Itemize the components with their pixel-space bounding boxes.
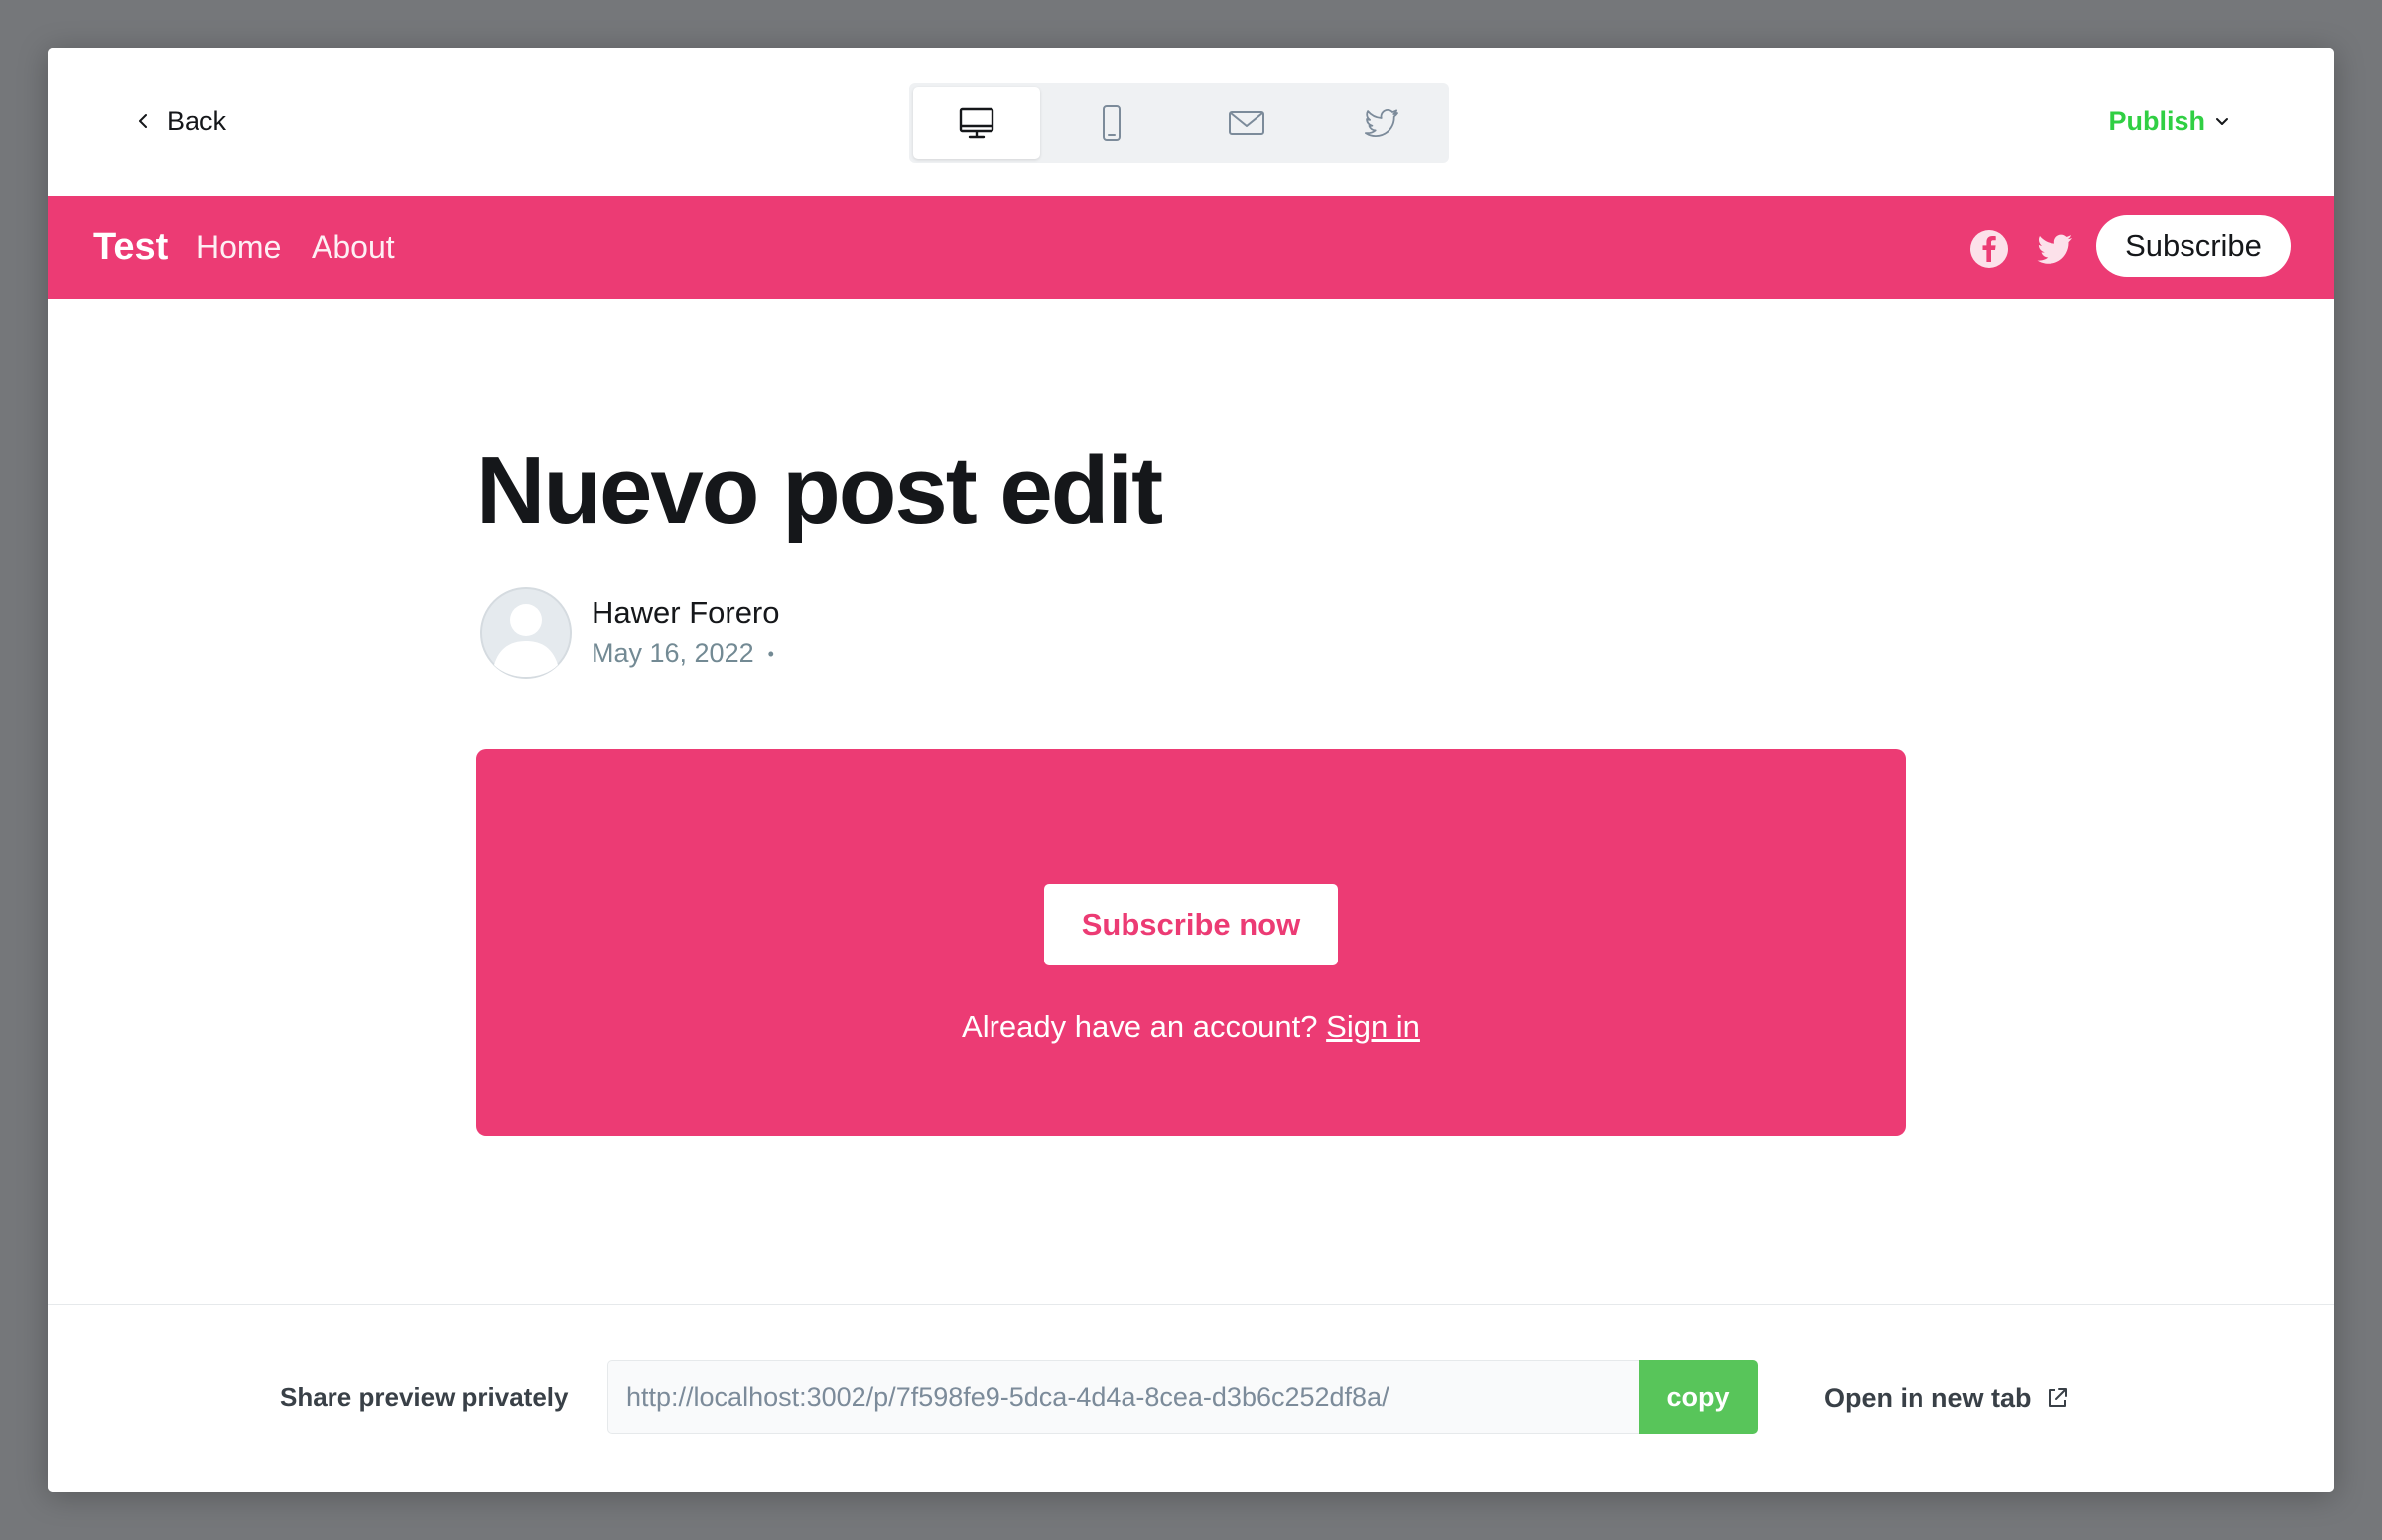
twitter-link[interactable] [2035,229,2074,269]
twitter-icon [1365,109,1398,137]
mobile-preview-button[interactable] [1048,87,1175,159]
nav-home-link[interactable]: Home [197,229,281,266]
subscribe-now-button[interactable]: Subscribe now [1044,884,1338,965]
preview-url-field[interactable] [607,1360,1640,1434]
post-date: May 16, 2022 • [592,638,774,669]
envelope-icon [1229,111,1264,135]
post-date-text: May 16, 2022 [592,638,754,668]
publish-dropdown[interactable]: Publish [2108,103,2231,139]
email-preview-button[interactable] [1183,87,1310,159]
twitter-icon [2037,234,2072,264]
date-separator: • [767,644,774,665]
device-switcher [909,83,1449,163]
external-link-icon [2048,1388,2067,1407]
desktop-preview-button[interactable] [913,87,1040,159]
preview-modal: Back Publish Test Home About Subscribe N… [48,48,2334,1492]
chevron-left-icon [139,114,147,128]
copy-button[interactable]: copy [1639,1360,1758,1434]
user-placeholder-icon [480,587,572,679]
sign-in-link[interactable]: Sign in [1326,1009,1420,1044]
site-header: Test Home About Subscribe [48,196,2334,299]
author-name[interactable]: Hawer Forero [592,595,780,631]
back-label: Back [167,105,227,136]
site-brand[interactable]: Test [93,226,168,269]
post-title: Nuevo post edit [476,438,1163,544]
facebook-icon [1970,230,2008,268]
subscribe-cta: Subscribe now Already have an account? S… [476,749,1906,1136]
open-in-new-tab-label: Open in new tab [1824,1382,2032,1413]
chevron-down-icon [2216,118,2228,125]
desktop-icon [959,107,994,139]
share-footer: Share preview privately copy Open in new… [48,1304,2334,1492]
facebook-link[interactable] [1969,229,2009,269]
share-preview-label: Share preview privately [280,1382,569,1412]
mobile-icon [1103,105,1121,141]
open-in-new-tab-link[interactable]: Open in new tab [1824,1380,2069,1416]
twitter-preview-button[interactable] [1318,87,1445,159]
signin-prompt: Already have an account? Sign in [476,1009,1906,1045]
back-button[interactable]: Back [135,103,226,139]
nav-about-link[interactable]: About [312,229,395,266]
preview-toolbar: Back Publish [48,48,2334,196]
signin-prompt-text: Already have an account? [962,1009,1318,1044]
avatar [480,587,572,679]
publish-label: Publish [2108,105,2205,136]
header-subscribe-button[interactable]: Subscribe [2096,215,2291,277]
